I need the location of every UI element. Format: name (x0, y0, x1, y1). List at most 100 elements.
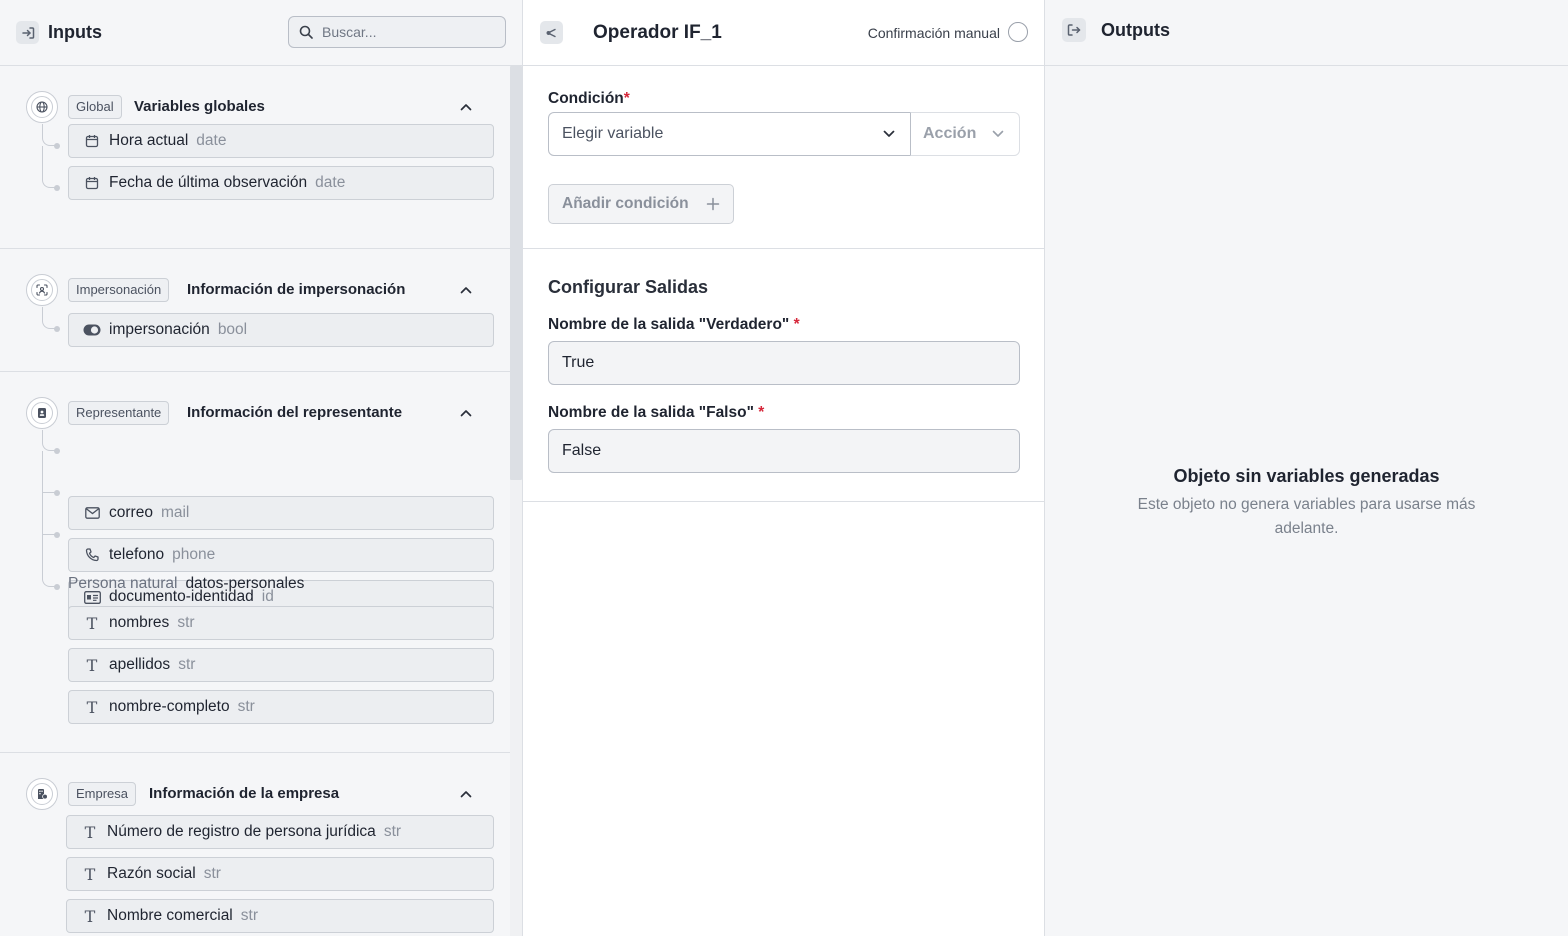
variable-name: nombre-completo (109, 698, 230, 715)
group-company: Empresa Información de la empresa T Núme… (0, 753, 510, 936)
tree-connector (42, 124, 56, 146)
variable-item[interactable]: T Razón social str (66, 857, 494, 891)
tree-connector (42, 493, 56, 535)
variable-name: Nombre comercial (107, 907, 233, 924)
variable-item[interactable]: Hora actual date (68, 124, 494, 158)
chevron-up-icon[interactable] (456, 97, 476, 117)
group-badge: Impersonación (68, 278, 170, 302)
chevron-down-icon (992, 130, 1004, 137)
variable-type: str (383, 823, 402, 840)
action-select[interactable]: Acción (910, 112, 1020, 156)
variable-name: correo (109, 504, 153, 521)
chevron-up-icon[interactable] (456, 403, 476, 423)
group-global: Global Variables globales Hora actual da… (0, 66, 510, 249)
group-impersonation: Impersonación Información de impersonaci… (0, 249, 510, 372)
variable-type: date (196, 132, 227, 149)
id-badge-icon (26, 397, 58, 429)
variable-type: phone (172, 546, 216, 563)
group-badge: Empresa (68, 782, 137, 806)
variable-name: Fecha de última observación (109, 174, 308, 191)
true-output-input[interactable] (548, 341, 1020, 385)
variable-name: Hora actual (109, 132, 189, 149)
text-icon: T (84, 822, 96, 842)
required-mark: * (623, 90, 630, 107)
face-scan-icon (26, 274, 58, 306)
variable-type: mail (160, 504, 190, 521)
tree-connector (42, 430, 56, 451)
group-badge: Representante (68, 401, 170, 425)
variable-type: date (315, 174, 346, 191)
variable-item[interactable]: T nombres str (68, 606, 494, 640)
building-icon (26, 778, 58, 810)
empty-state-description: Este objeto no genera variables para usa… (1137, 496, 1476, 537)
calendar-icon (81, 176, 103, 190)
node-title: Operador IF_1 (593, 22, 722, 43)
true-output-label-text: Nombre de la salida "Verdadero" (548, 316, 790, 333)
outputs-title: Outputs (1101, 20, 1170, 40)
subgroup-label: Persona natural (68, 575, 178, 592)
variable-name: telefono (109, 546, 165, 563)
add-condition-button[interactable]: Añadir condición (548, 184, 734, 224)
action-text: Acción (923, 125, 977, 142)
outputs-config-title: Configurar Salidas (548, 277, 709, 297)
search-input[interactable] (322, 24, 492, 40)
node-header: Operador IF_1 Confirmación manual (523, 0, 1044, 66)
scrollbar-thumb[interactable] (510, 66, 522, 480)
globe-icon (26, 91, 58, 123)
search-icon (299, 25, 313, 39)
chevron-up-icon[interactable] (456, 280, 476, 300)
tree-connector (42, 535, 56, 587)
tree-connector (42, 146, 56, 188)
variable-type: str (203, 865, 221, 882)
outputs-header: Outputs (1045, 0, 1568, 66)
variable-item[interactable]: telefono phone (68, 538, 494, 572)
variable-item[interactable]: T apellidos str (68, 648, 494, 682)
choose-variable-select[interactable]: Elegir variable (548, 112, 911, 156)
subgroup-name: datos-personales (185, 575, 305, 592)
section-divider (523, 501, 1044, 502)
variable-item[interactable]: correo mail (68, 496, 494, 530)
variable-type: str (177, 614, 195, 631)
tree-node-dot (54, 584, 60, 590)
node-config-panel: Operador IF_1 Confirmación manual Condic… (523, 0, 1045, 936)
manual-confirm-label: Confirmación manual (867, 25, 1000, 41)
condition-label-text: Condición (548, 90, 624, 107)
required-mark: * (793, 316, 800, 333)
false-output-input[interactable] (548, 429, 1020, 473)
choose-variable-text: Elegir variable (562, 125, 664, 142)
share-node-icon[interactable] (540, 21, 563, 44)
manual-confirm-toggle[interactable] (1008, 22, 1028, 42)
inputs-scrollbar[interactable] (510, 66, 522, 936)
variable-name: nombres (109, 614, 170, 631)
text-icon: T (86, 697, 98, 717)
variable-item[interactable]: T nombre-completo str (68, 690, 494, 724)
text-icon: T (86, 613, 98, 633)
inputs-title: Inputs (48, 22, 102, 42)
variable-name: impersonación (109, 321, 210, 338)
inputs-panel: Inputs Global Variables globales Hora ac… (0, 0, 523, 936)
group-title: Variables globales (134, 98, 265, 115)
variable-item[interactable]: T Número de registro de persona jurídica… (66, 815, 494, 849)
tree-node-dot (54, 326, 60, 332)
empty-state-title: Objeto sin variables generadas (1173, 466, 1440, 486)
chevron-up-icon[interactable] (456, 784, 476, 804)
variable-item[interactable]: Fecha de última observación date (68, 166, 494, 200)
variable-item[interactable]: impersonación bool (68, 313, 494, 347)
text-icon: T (84, 906, 96, 926)
section-divider (523, 248, 1044, 249)
required-mark: * (758, 404, 765, 421)
search-box[interactable] (288, 16, 506, 48)
group-title: Información de impersonación (187, 281, 406, 298)
outputs-panel: Outputs Objeto sin variables generadas E… (1045, 0, 1568, 936)
variable-name: apellidos (109, 656, 171, 673)
true-output-label: Nombre de la salida "Verdadero" * (548, 315, 800, 335)
text-icon: T (86, 655, 98, 675)
mail-icon (81, 507, 103, 519)
variable-type: str (178, 656, 196, 673)
chevron-down-icon (883, 130, 895, 137)
toggle-icon (81, 324, 103, 336)
variable-item[interactable]: T Nombre comercial str (66, 899, 494, 933)
false-output-label-text: Nombre de la salida "Falso" (548, 404, 754, 421)
add-condition-text: Añadir condición (562, 195, 689, 212)
variable-name: Número de registro de persona jurídica (107, 823, 376, 840)
